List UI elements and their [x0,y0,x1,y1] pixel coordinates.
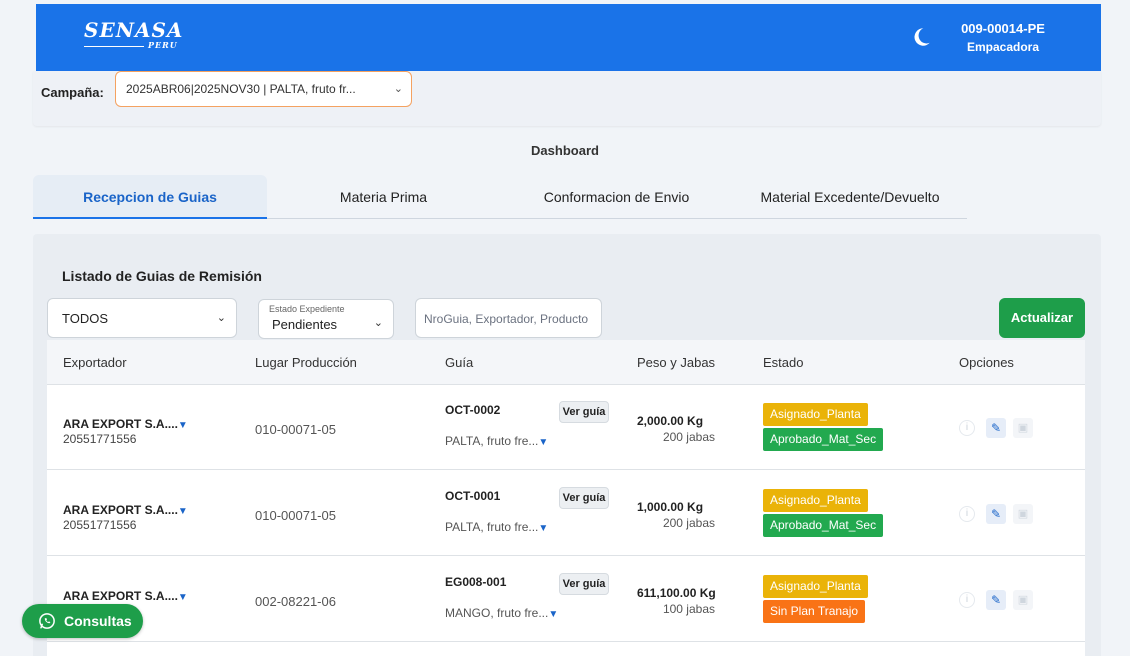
peso: 2,000.00 Kg [637,414,704,428]
exportador-name[interactable]: ARA EXPORT S.A....▼ [63,417,188,431]
info-icon[interactable]: i [959,420,975,436]
producto-text: PALTA, fruto fre... [445,520,539,534]
tab-recepcion-de-guias[interactable]: Recepcion de Guias [33,175,267,219]
col-guia[interactable]: Guía [445,355,473,370]
image-icon[interactable]: ▣ [1013,590,1033,610]
exportador-name[interactable]: ARA EXPORT S.A....▼ [63,589,188,603]
jabas: 200 jabas [662,430,715,444]
jabas: 200 jabas [662,516,715,530]
expand-triangle-icon[interactable]: ▼ [548,609,558,620]
expand-triangle-icon[interactable]: ▼ [538,523,548,534]
guia-number: OCT-0001 [445,489,501,503]
producto-text: MANGO, fruto fre... [445,606,549,620]
exportador-text: ARA EXPORT S.A.... [63,589,178,603]
info-icon[interactable]: i [959,592,975,608]
chevron-down-icon: ⌄ [393,83,403,95]
table-row: ARA EXPORT S.A....▼ 20551771556 002-0822… [47,557,1085,642]
producto[interactable]: PALTA, fruto fre...▼ [445,434,548,448]
tab-materia-prima[interactable]: Materia Prima [267,175,500,219]
estado-expediente-value: Pendientes [272,317,338,332]
status-badge-asignado: Asignado_Planta [763,575,868,598]
logo-line [84,46,144,47]
status-badge-aprobado: Aprobado_Mat_Sec [763,514,884,537]
col-peso-jabas[interactable]: Peso y Jabas [637,355,715,370]
filter-type-value: TODOS [62,311,108,326]
estado-expediente-label: Estado Expediente [269,304,345,314]
campaign-select[interactable]: 2025ABR06|2025NOV30 | PALTA, fruto fr...… [115,71,412,107]
guia-number: EG008-001 [445,575,507,589]
edit-icon[interactable]: ✎ [986,504,1006,524]
dark-mode-moon-icon[interactable] [910,26,932,48]
edit-icon[interactable]: ✎ [986,590,1006,610]
producto[interactable]: MANGO, fruto fre...▼ [445,606,558,620]
refresh-button[interactable]: Actualizar [999,298,1085,338]
producto[interactable]: PALTA, fruto fre...▼ [445,520,548,534]
ver-guia-button[interactable]: Ver guía [559,401,609,423]
logo-sub-text: PERU [148,40,178,50]
dashboard-title: Dashboard [531,143,599,158]
expand-triangle-icon[interactable]: ▼ [538,437,548,448]
peso: 611,100.00 Kg [637,586,716,600]
table-row: ARA EXPORT S.A....▼ 20551771556 010-0007… [47,385,1085,470]
table-header: Exportador Lugar Producción Guía Peso y … [47,340,1085,385]
expand-triangle-icon[interactable]: ▼ [178,420,188,431]
campaign-card: Campaña: 2025ABR06|2025NOV30 | PALTA, fr… [33,71,1101,126]
col-estado[interactable]: Estado [763,355,803,370]
status-badge-sin-plan: Sin Plan Tranajo [763,600,866,623]
guia-number: OCT-0002 [445,403,501,417]
producto-text: PALTA, fruto fre... [445,434,539,448]
info-icon[interactable]: i [959,506,975,522]
tab-conformacion-de-envio[interactable]: Conformacion de Envio [500,175,733,219]
jabas: 100 jabas [662,602,715,616]
ver-guia-button[interactable]: Ver guía [559,573,609,595]
campaign-selected-value: 2025ABR06|2025NOV30 | PALTA, fruto fr... [126,82,356,96]
status-badge-aprobado: Aprobado_Mat_Sec [763,428,884,451]
exportador-text: ARA EXPORT S.A.... [63,417,178,431]
chevron-down-icon: ⌄ [216,312,226,324]
list-title: Listado de Guias de Remisión [62,268,262,284]
consultas-button[interactable]: Consultas [22,604,143,638]
senasa-logo[interactable]: SENASA PERU [84,18,184,50]
status-badge-asignado: Asignado_Planta [763,403,868,426]
chevron-down-icon: ⌄ [373,317,383,329]
user-info[interactable]: 009-00014-PE Empacadora [948,20,1058,56]
consultas-label: Consultas [64,613,132,629]
col-exportador[interactable]: Exportador [63,355,127,370]
guias-table: Exportador Lugar Producción Guía Peso y … [47,340,1085,656]
expand-triangle-icon[interactable]: ▼ [178,592,188,603]
tab-material-excedente-devuelto[interactable]: Material Excedente/Devuelto [733,175,967,219]
logo-main-text: SENASA [84,18,184,42]
exportador-text: ARA EXPORT S.A.... [63,503,178,517]
edit-icon[interactable]: ✎ [986,418,1006,438]
campaign-label: Campaña: [41,85,104,100]
lugar-produccion: 010-00071-05 [255,422,336,437]
exportador-ruc: 20551771556 [63,432,137,446]
search-placeholder: NroGuia, Exportador, Producto [424,312,589,326]
ver-guia-button[interactable]: Ver guía [559,487,609,509]
expand-triangle-icon[interactable]: ▼ [178,506,188,517]
filter-type-select[interactable]: TODOS ⌄ [47,298,237,338]
user-code: 009-00014-PE [961,21,1045,36]
peso: 1,000.00 Kg [637,500,704,514]
col-opciones[interactable]: Opciones [959,355,1014,370]
image-icon[interactable]: ▣ [1013,504,1033,524]
search-input[interactable]: NroGuia, Exportador, Producto [415,298,602,338]
top-bar: SENASA PERU 009-00014-PE Empacadora [36,4,1101,71]
exportador-ruc: 20551771556 [63,518,137,532]
whatsapp-icon [39,613,55,629]
lugar-produccion: 010-00071-05 [255,508,336,523]
image-icon[interactable]: ▣ [1013,418,1033,438]
table-row: ARA EXPORT S.A....▼ 20551771556 010-0007… [47,471,1085,556]
status-badge-asignado: Asignado_Planta [763,489,868,512]
user-role: Empacadora [966,40,1040,54]
estado-expediente-select[interactable]: Estado Expediente Pendientes ⌄ [258,299,394,339]
lugar-produccion: 002-08221-06 [255,594,336,609]
exportador-name[interactable]: ARA EXPORT S.A....▼ [63,503,188,517]
col-lugar-produccion[interactable]: Lugar Producción [255,355,357,370]
tab-bar: Recepcion de Guias Materia Prima Conform… [33,175,967,219]
guias-list-card: Listado de Guias de Remisión TODOS ⌄ Est… [33,234,1101,656]
